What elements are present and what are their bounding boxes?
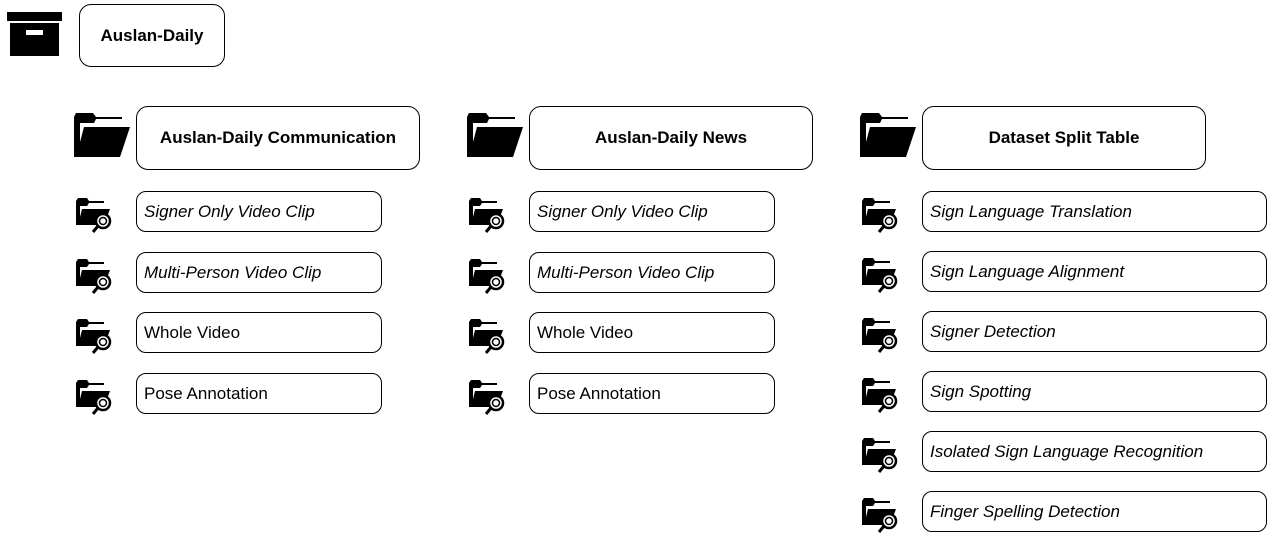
item-label: Finger Spelling Detection <box>930 501 1120 521</box>
item-label: Sign Language Translation <box>930 201 1132 221</box>
folder-search-icon <box>74 256 114 299</box>
list-item: Signer Detection <box>860 311 1267 353</box>
folder-search-icon <box>467 195 507 238</box>
item-box: Pose Annotation <box>136 373 382 414</box>
item-box: Pose Annotation <box>529 373 775 414</box>
item-label: Sign Language Alignment <box>930 261 1125 281</box>
folder-search-icon <box>467 377 507 420</box>
item-box: Sign Language Translation <box>922 191 1267 232</box>
root-dataset-label: Auslan-Daily <box>100 25 204 45</box>
item-label: Whole Video <box>144 322 241 342</box>
item-label: Sign Spotting <box>930 381 1032 401</box>
item-box: Finger Spelling Detection <box>922 491 1267 532</box>
list-item: Sign Language Alignment <box>860 251 1267 293</box>
folder-open-icon <box>860 113 916 162</box>
column-header-box: Auslan-Daily News <box>529 106 813 170</box>
list-item: Pose Annotation <box>74 373 384 415</box>
item-box: Whole Video <box>529 312 775 353</box>
item-label: Whole Video <box>537 322 634 342</box>
item-box: Isolated Sign Language Recognition <box>922 431 1267 472</box>
folder-search-icon <box>467 316 507 359</box>
column-header-label: Auslan-Daily Communication <box>159 128 397 147</box>
root-dataset-box: Auslan-Daily <box>79 4 225 67</box>
column-header-label: Dataset Split Table <box>988 128 1140 147</box>
folder-open-icon <box>467 113 523 162</box>
column-header-box: Auslan-Daily Communication <box>136 106 420 170</box>
list-item: Multi-Person Video Clip <box>467 252 777 294</box>
folder-search-icon <box>860 195 900 238</box>
item-box: Whole Video <box>136 312 382 353</box>
item-box: Signer Only Video Clip <box>136 191 382 232</box>
folder-search-icon <box>74 316 114 359</box>
item-box: Multi-Person Video Clip <box>136 252 382 293</box>
list-item: Signer Only Video Clip <box>74 191 384 233</box>
list-item: Sign Spotting <box>860 371 1267 413</box>
list-item: Signer Only Video Clip <box>467 191 777 233</box>
folder-search-icon <box>860 435 900 478</box>
folder-search-icon <box>860 375 900 418</box>
list-item: Isolated Sign Language Recognition <box>860 431 1267 473</box>
folder-search-icon <box>74 377 114 420</box>
folder-search-icon <box>74 195 114 238</box>
folder-search-icon <box>467 256 507 299</box>
list-item: Whole Video <box>74 312 384 354</box>
folder-search-icon <box>860 495 900 538</box>
item-box: Sign Spotting <box>922 371 1267 412</box>
list-item: Finger Spelling Detection <box>860 491 1267 533</box>
list-item: Sign Language Translation <box>860 191 1267 233</box>
list-item: Whole Video <box>467 312 777 354</box>
item-label: Pose Annotation <box>537 383 661 403</box>
column-header-label: Auslan-Daily News <box>594 128 748 147</box>
item-label: Multi-Person Video Clip <box>537 262 715 282</box>
item-box: Sign Language Alignment <box>922 251 1267 292</box>
archive-box-icon <box>7 12 63 63</box>
item-label: Isolated Sign Language Recognition <box>930 441 1204 461</box>
item-label: Signer Only Video Clip <box>537 201 708 221</box>
column-header-box: Dataset Split Table <box>922 106 1206 170</box>
item-label: Pose Annotation <box>144 383 268 403</box>
list-item: Pose Annotation <box>467 373 777 415</box>
item-box: Multi-Person Video Clip <box>529 252 775 293</box>
folder-search-icon <box>860 315 900 358</box>
item-box: Signer Detection <box>922 311 1267 352</box>
list-item: Multi-Person Video Clip <box>74 252 384 294</box>
item-label: Signer Only Video Clip <box>144 201 315 221</box>
item-label: Multi-Person Video Clip <box>144 262 322 282</box>
folder-open-icon <box>74 113 130 162</box>
item-box: Signer Only Video Clip <box>529 191 775 232</box>
item-label: Signer Detection <box>930 321 1056 341</box>
folder-search-icon <box>860 255 900 298</box>
